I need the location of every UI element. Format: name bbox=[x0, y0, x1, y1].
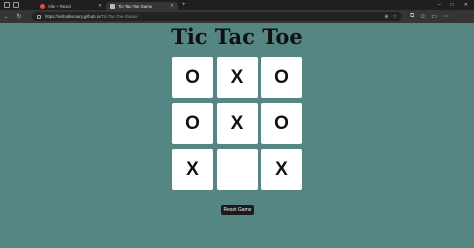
new-tab-button[interactable]: + bbox=[178, 2, 186, 8]
game-board: O X O O X O X X bbox=[172, 57, 302, 190]
extensions-icon[interactable]: ⧉ bbox=[410, 13, 414, 20]
browser-tab-bar: Vite + React ✕ Tic-Tac-Toe Game ✕ + – □ … bbox=[0, 0, 474, 10]
close-window-icon[interactable]: ✕ bbox=[464, 2, 468, 8]
tab-tic-tac-toe[interactable]: Tic-Tac-Toe Game ✕ bbox=[106, 2, 178, 10]
page-title: Tic Tac Toe bbox=[171, 24, 303, 49]
close-tab-icon[interactable]: ✕ bbox=[98, 3, 102, 9]
tab-vite-react[interactable]: Vite + React ✕ bbox=[36, 2, 106, 10]
board-cell[interactable]: X bbox=[261, 149, 302, 190]
workspaces-icon[interactable] bbox=[13, 2, 19, 8]
board-cell[interactable]: X bbox=[172, 149, 213, 190]
window-menu bbox=[0, 2, 36, 8]
board-cell[interactable]: O bbox=[261, 57, 302, 98]
vite-favicon-icon bbox=[40, 3, 45, 9]
tab-actions-icon[interactable] bbox=[4, 2, 10, 8]
more-menu-icon[interactable]: ⋯ bbox=[443, 13, 449, 20]
url-actions: ⊕ ☆ bbox=[384, 14, 397, 20]
favorite-star-icon[interactable]: ☆ bbox=[393, 14, 397, 20]
toolbar-right: ⧉ ✩ ▭ ⋯ bbox=[410, 13, 449, 20]
board-cell[interactable] bbox=[216, 149, 258, 190]
address-toolbar: ← ↻ https://vishalkumary.github.io/Tic-T… bbox=[0, 10, 474, 23]
back-icon[interactable]: ← bbox=[4, 14, 10, 20]
reset-game-button[interactable]: Reset Game bbox=[221, 205, 254, 215]
zoom-icon[interactable]: ⊕ bbox=[384, 14, 388, 20]
board-cell[interactable]: O bbox=[172, 103, 213, 144]
tab-label: Vite + React bbox=[48, 3, 71, 9]
board-cell[interactable]: O bbox=[172, 57, 213, 98]
url-path: /Tic-Tac-Toe-Game/ bbox=[100, 14, 138, 19]
tab-label: Tic-Tac-Toe Game bbox=[118, 3, 153, 9]
board-cell[interactable]: X bbox=[216, 57, 258, 98]
board-cell[interactable]: X bbox=[216, 103, 258, 144]
url-host: https://vishalkumary.github.io bbox=[45, 14, 101, 19]
window-controls: – □ ✕ bbox=[438, 2, 474, 8]
page-favicon-icon bbox=[110, 3, 115, 9]
collections-icon[interactable]: ▭ bbox=[431, 13, 437, 20]
minimize-icon[interactable]: – bbox=[438, 2, 441, 8]
refresh-icon[interactable]: ↻ bbox=[16, 13, 22, 20]
lock-icon bbox=[37, 14, 41, 19]
maximize-icon[interactable]: □ bbox=[451, 2, 454, 8]
url-field[interactable]: https://vishalkumary.github.io/Tic-Tac-T… bbox=[32, 12, 402, 21]
board-cell[interactable]: O bbox=[261, 103, 302, 144]
close-tab-icon[interactable]: ✕ bbox=[170, 3, 174, 9]
favorites-icon[interactable]: ✩ bbox=[420, 13, 425, 20]
